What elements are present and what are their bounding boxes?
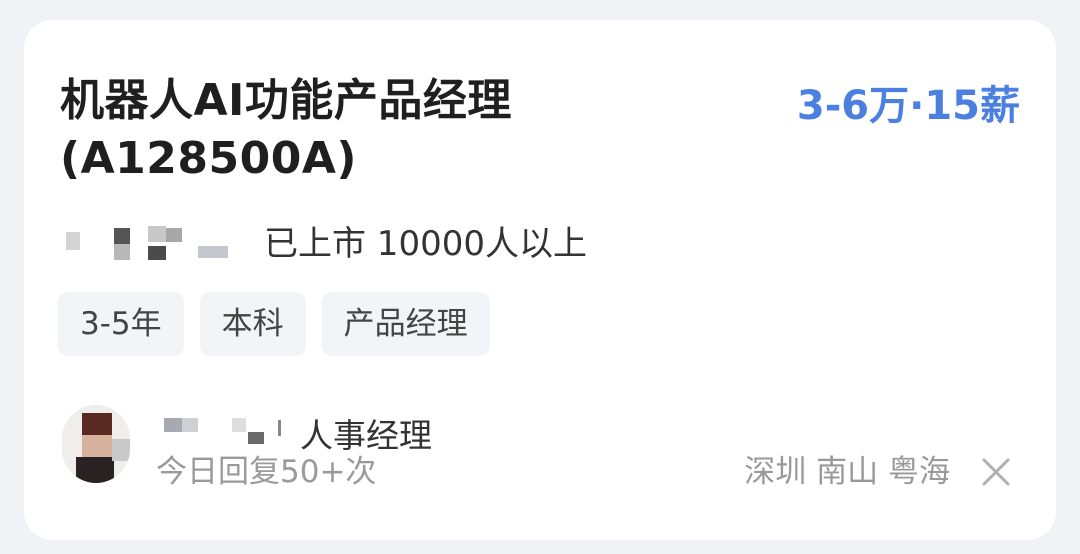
job-title: 机器人AI功能产品经理(A128500A) xyxy=(60,75,512,184)
close-icon[interactable] xyxy=(978,454,1014,490)
reply-info: 今日回复50+次 xyxy=(156,454,377,490)
company-name-mosaic xyxy=(60,218,268,270)
avatar[interactable] xyxy=(62,405,130,483)
tag-education: 本科 xyxy=(199,292,306,356)
company-info: 已上市 10000人以上 xyxy=(264,224,587,264)
recruiter-name-mosaic xyxy=(162,410,282,450)
tag-experience: 3-5年 xyxy=(58,292,184,356)
job-card[interactable]: 机器人AI功能产品经理(A128500A) 3-6万·15薪 已上市 10000… xyxy=(24,20,1056,540)
salary-label: 3-6万·15薪 xyxy=(796,83,1020,129)
tag-category: 产品经理 xyxy=(321,292,490,356)
company-row: 已上市 10000人以上 xyxy=(60,218,760,270)
tag-list: 3-5年 本科 产品经理 xyxy=(58,292,490,356)
job-location: 深圳 南山 粤海 xyxy=(744,454,950,490)
